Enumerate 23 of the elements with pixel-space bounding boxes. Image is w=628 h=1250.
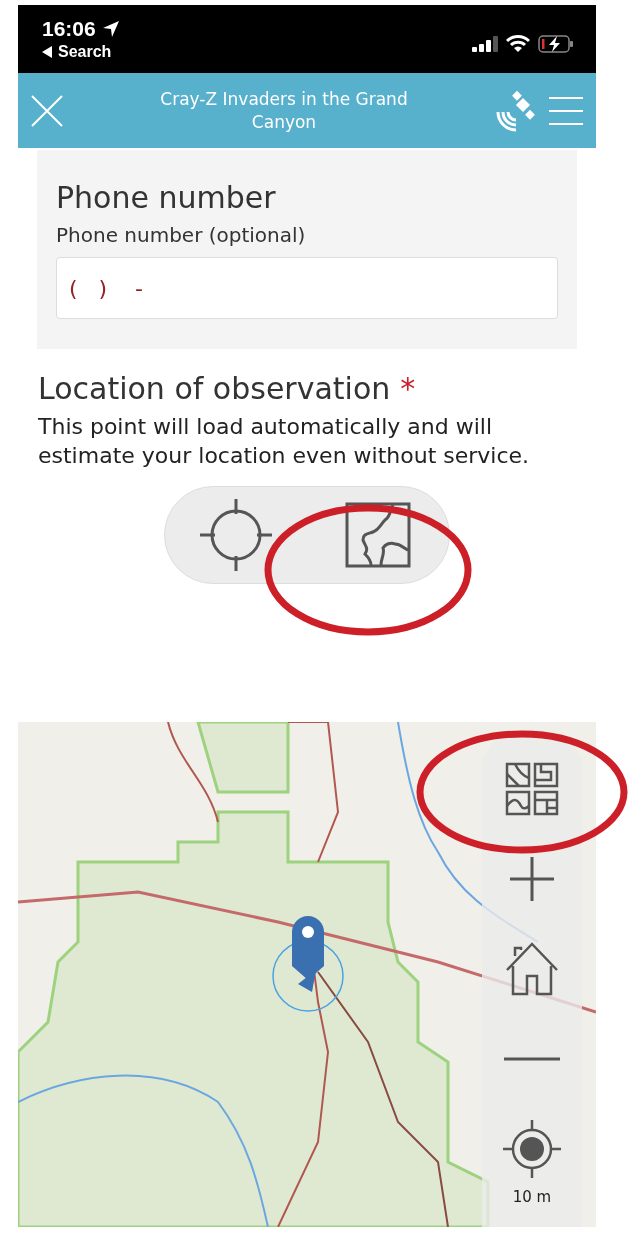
location-pin-icon <box>271 914 345 1014</box>
phone-input-field[interactable]: ( ) - <box>56 257 558 319</box>
back-link[interactable]: Search <box>58 43 112 61</box>
wifi-icon <box>506 35 530 53</box>
map-icon <box>345 502 411 568</box>
plus-icon <box>510 857 554 901</box>
battery-charging-icon <box>538 35 574 53</box>
crosshair-icon <box>199 498 273 572</box>
crosshair-icon <box>503 1120 561 1178</box>
clock-time: 16:06 <box>42 17 96 41</box>
question-title: Phone number <box>56 180 277 215</box>
basemap-grid-icon <box>505 762 559 816</box>
question-title: Location of observation <box>38 371 391 406</box>
accuracy-label: 10 m <box>512 1188 552 1206</box>
location-arrow-icon <box>101 20 120 38</box>
minus-icon <box>504 1057 560 1061</box>
survey-title: Cray-Z Invaders in the Grand Canyon <box>159 87 409 134</box>
home-icon <box>505 942 559 996</box>
required-mark: * <box>400 371 416 406</box>
signal-icon <box>472 36 498 52</box>
back-triangle-icon[interactable] <box>42 46 52 58</box>
field-label: Phone number (optional) <box>56 223 307 247</box>
question-hint: This point will load automatically and will estimate your location even without service. <box>38 413 531 470</box>
